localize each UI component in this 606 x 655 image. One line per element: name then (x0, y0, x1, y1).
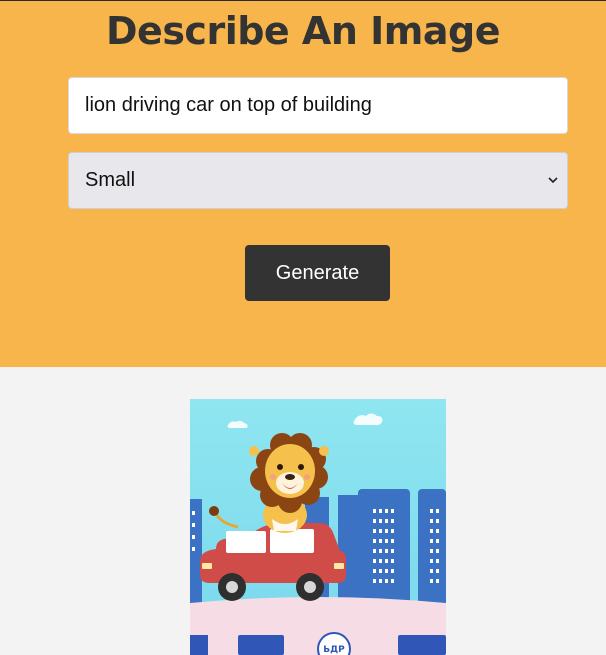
size-select-value: Small (85, 169, 136, 191)
page-title: Describe An Image (106, 9, 500, 53)
chevron-down-icon (547, 175, 559, 187)
generated-image: ЬДР (190, 399, 446, 655)
prompt-input[interactable] (68, 77, 568, 134)
size-select[interactable]: Small (68, 152, 568, 209)
hero-section: Describe An Image Small Generate (0, 1, 606, 367)
generate-button[interactable]: Generate (245, 245, 390, 301)
image-badge-text: ЬДР (323, 645, 345, 655)
